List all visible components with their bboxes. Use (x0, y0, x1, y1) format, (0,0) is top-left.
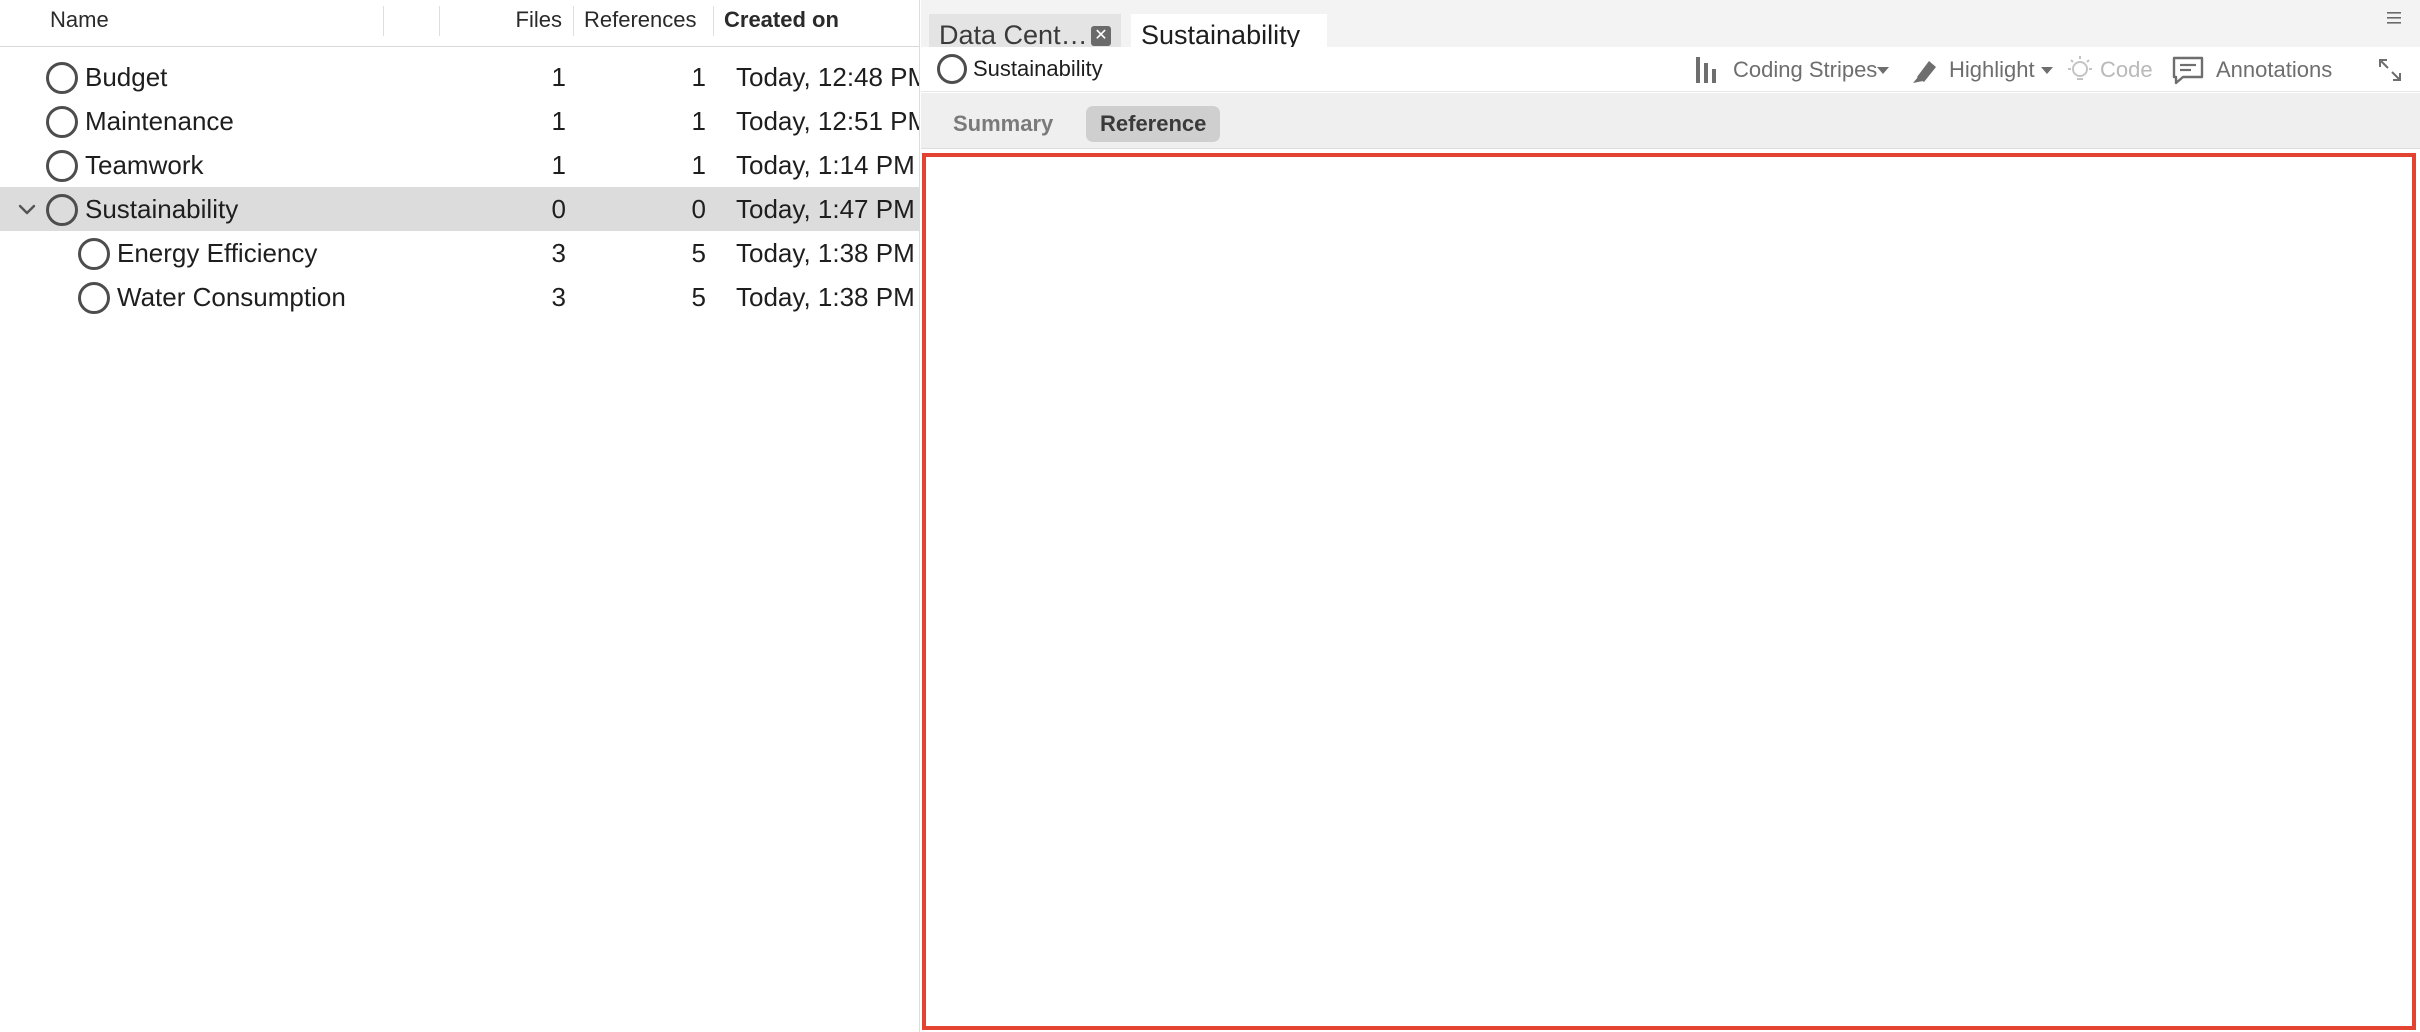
circle-node-icon (46, 106, 78, 138)
tab-data-center[interactable]: Data Cent… ✕ (929, 14, 1121, 47)
row-files: 3 (551, 282, 566, 312)
row-created: Today, 1:47 PM (736, 194, 915, 224)
row-references: 1 (691, 106, 706, 136)
row-references: 5 (691, 282, 706, 312)
row-references: 1 (691, 150, 706, 180)
annotations-label: Annotations (2216, 57, 2333, 82)
subtab-reference[interactable]: Reference (1086, 106, 1221, 142)
table-row-selected[interactable]: Sustainability 0 0 Today, 1:47 PM (0, 187, 919, 231)
row-created: Today, 1:38 PM (736, 282, 915, 312)
row-created: Today, 1:38 PM (736, 238, 915, 268)
tab-label: Data Cent… (939, 20, 1088, 47)
code-button[interactable]: Code (2064, 47, 2164, 91)
view-subtabs: Summary Reference (921, 93, 2420, 149)
column-references-header[interactable]: References (584, 0, 702, 40)
column-created-header[interactable]: Created on (724, 0, 839, 40)
detail-toolbar: Sustainability Coding Stripes Highlight (921, 47, 2420, 92)
lightbulb-icon (2068, 56, 2092, 80)
app-window: Name Files References Created on Budget … (0, 0, 2420, 1032)
tab-sustainability[interactable]: Sustainability (1131, 14, 1327, 47)
row-references: 0 (691, 194, 706, 224)
annotation-icon (2172, 56, 2204, 85)
expand-icon[interactable] (2377, 57, 2403, 83)
close-icon[interactable]: ✕ (1091, 26, 1111, 46)
row-files: 0 (551, 194, 566, 224)
table-row[interactable]: Maintenance 1 1 Today, 12:51 PM (0, 99, 920, 143)
table-row[interactable]: Budget 1 1 Today, 12:48 PM (0, 55, 920, 99)
column-separator[interactable] (713, 6, 714, 36)
circle-node-icon (78, 238, 110, 270)
circle-node-icon (937, 54, 967, 84)
row-name: Budget (85, 62, 168, 92)
coding-stripes-label: Coding Stripes (1733, 57, 1878, 82)
row-files: 1 (551, 106, 566, 136)
column-header: Name Files References Created on (0, 0, 919, 47)
code-label: Code (2100, 57, 2153, 82)
coding-stripes-icon (1696, 57, 1716, 83)
chevron-down-icon[interactable] (14, 197, 40, 223)
hamburger-menu-icon[interactable] (2386, 10, 2402, 26)
row-references: 1 (691, 62, 706, 92)
row-files: 3 (551, 238, 566, 268)
column-separator[interactable] (383, 6, 384, 36)
table-row[interactable]: Teamwork 1 1 Today, 1:14 PM (0, 143, 919, 187)
circle-node-icon (46, 150, 78, 182)
highlight-button[interactable]: Highlight (1909, 47, 2054, 91)
highlighter-icon (1913, 61, 1936, 83)
annotations-button[interactable]: Annotations (2171, 47, 2371, 91)
reference-content-area[interactable] (922, 153, 2416, 1030)
circle-node-icon (78, 282, 110, 314)
row-files: 1 (551, 62, 566, 92)
circle-node-icon (46, 62, 78, 94)
row-created: Today, 12:51 PM (736, 106, 920, 136)
highlight-label: Highlight (1949, 57, 2035, 82)
row-name: Maintenance (85, 106, 234, 136)
row-files: 1 (551, 150, 566, 180)
column-files-header[interactable]: Files (440, 0, 562, 40)
row-name: Teamwork (85, 150, 204, 180)
table-row[interactable]: Energy Efficiency 3 5 Today, 1:38 PM (0, 231, 919, 275)
toolbar-title: Sustainability (973, 56, 1103, 81)
codes-list-pane: Name Files References Created on Budget … (0, 0, 920, 1032)
row-name: Water Consumption (117, 282, 346, 312)
caret-down-icon (1877, 67, 1889, 74)
row-created: Today, 1:14 PM (736, 150, 915, 180)
coding-stripes-button[interactable]: Coding Stripes (1691, 47, 1891, 91)
row-created: Today, 12:48 PM (736, 62, 920, 92)
circle-node-icon (46, 194, 78, 226)
tab-label: Sustainability (1141, 20, 1301, 47)
tab-strip: Data Cent… ✕ Sustainability (921, 0, 2420, 47)
table-row[interactable]: Water Consumption 3 5 Today, 1:38 PM (0, 275, 919, 319)
detail-pane: Data Cent… ✕ Sustainability Sustainabili… (921, 0, 2420, 1032)
column-separator[interactable] (573, 6, 574, 36)
caret-down-icon (2041, 67, 2053, 74)
row-references: 5 (691, 238, 706, 268)
row-name: Sustainability (85, 194, 239, 224)
column-name-header[interactable]: Name (50, 0, 109, 40)
subtab-summary[interactable]: Summary (939, 106, 1067, 142)
row-name: Energy Efficiency (117, 238, 318, 268)
